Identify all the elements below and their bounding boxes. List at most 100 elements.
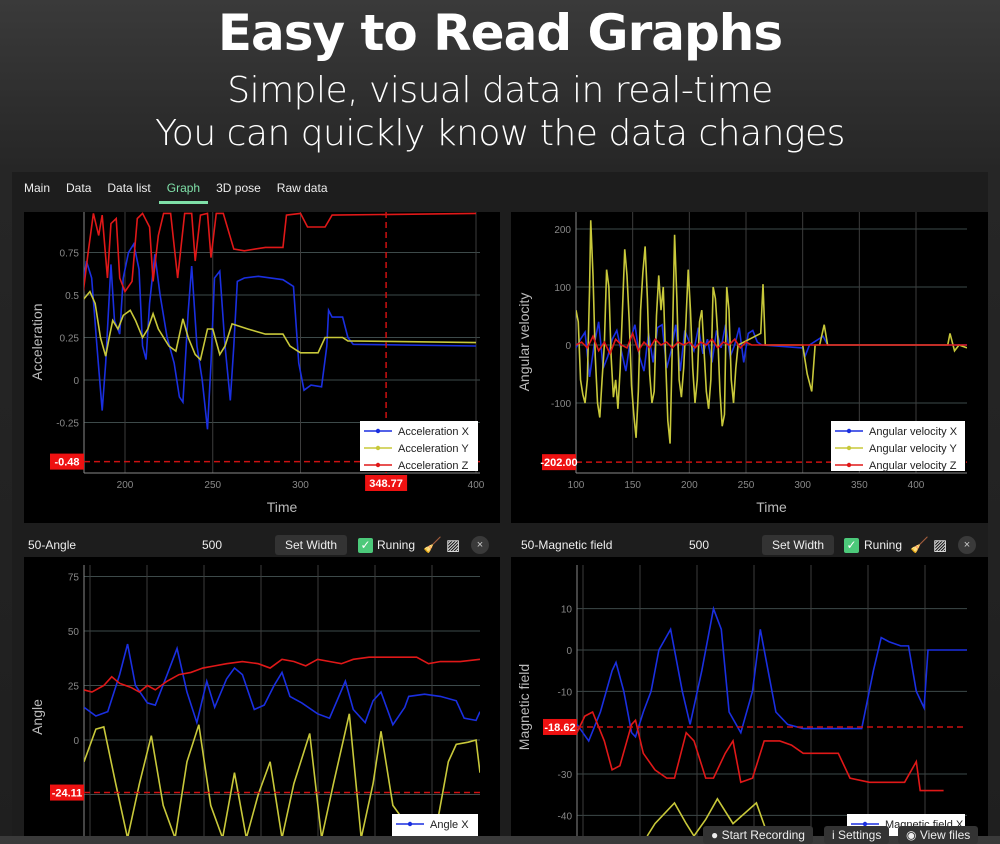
angular-velocity-chart[interactable]: -100 0 100 200 100 150 200 250 300 350 400 Angular …	[511, 212, 988, 523]
cursor-y-label: -0.48	[54, 457, 79, 469]
legend-marker	[846, 462, 852, 468]
y-tick-label: 0.25	[60, 334, 80, 345]
series-line	[84, 643, 480, 727]
y-tick-label: 0	[565, 341, 571, 352]
y-tick-label: 25	[68, 682, 80, 693]
record-icon: ●	[711, 828, 722, 842]
tab-data-list[interactable]: Data list	[99, 178, 158, 204]
magnetic-field-chart[interactable]: -40 -30 -10 0 10 Magnetic field -18.62 Magnetic…	[511, 557, 988, 844]
series-line	[576, 321, 967, 378]
y-tick-label: -40	[558, 811, 573, 822]
y-tick-label: -100	[551, 399, 571, 410]
x-tick-label: 300	[292, 480, 309, 491]
subtitle-2: You can quickly know the data changes	[155, 113, 845, 154]
y-axis-label: Acceleration	[29, 303, 45, 380]
width-value[interactable]: 500	[202, 538, 222, 552]
running-label: Runing	[864, 538, 903, 552]
tab-3d-pose[interactable]: 3D pose	[208, 178, 269, 204]
eraser-icon[interactable]: ▨	[933, 536, 947, 554]
x-tick-label: 300	[794, 480, 811, 491]
running-checkbox[interactable]: ✓	[358, 537, 373, 553]
y-tick-label: 200	[554, 225, 571, 236]
magnetic-toolbar: 50-Magnetic field 500 Set Width ✓ Runing…	[511, 534, 988, 556]
legend-marker	[846, 445, 852, 451]
legend-entry: Acceleration X	[398, 426, 470, 438]
legend-marker	[846, 428, 852, 434]
y-tick-label: 0	[73, 376, 79, 387]
settings-button[interactable]: i Settings	[824, 826, 890, 844]
x-tick-label: 400	[908, 480, 925, 491]
eraser-icon[interactable]: ▨	[446, 536, 460, 554]
set-width-button[interactable]: Set Width	[762, 535, 835, 555]
running-label: Runing	[377, 538, 416, 552]
series-line	[577, 710, 944, 792]
broom-icon[interactable]: 🧹	[910, 536, 929, 554]
cursor-y-label: -202.00	[540, 457, 577, 469]
y-axis-label: Magnetic field	[516, 664, 532, 750]
close-button[interactable]: ×	[958, 536, 976, 554]
subtitle-1: Simple, visual data in real-time	[227, 70, 773, 111]
x-tick-label: 350	[851, 480, 868, 491]
y-tick-label: -10	[558, 687, 573, 698]
view-files-button[interactable]: ◉ View files	[898, 826, 979, 844]
y-tick-label: 75	[68, 573, 80, 584]
set-width-button[interactable]: Set Width	[275, 535, 348, 555]
x-tick-label: 250	[738, 480, 755, 491]
tab-bar: Main Data Data list Graph 3D pose Raw da…	[16, 178, 336, 204]
tab-data[interactable]: Data	[58, 178, 99, 204]
y-tick-label: 0.5	[65, 291, 79, 302]
x-tick-label: 200	[681, 480, 698, 491]
legend-marker	[375, 445, 381, 451]
series-group	[84, 212, 477, 430]
running-checkbox[interactable]: ✓	[844, 537, 859, 553]
y-axis-label: Angular velocity	[516, 293, 532, 392]
graph-name: 50-Magnetic field	[521, 538, 613, 552]
legend-marker	[375, 462, 381, 468]
tab-raw-data[interactable]: Raw data	[269, 178, 336, 204]
series-line	[576, 331, 967, 356]
x-tick-label: 250	[204, 480, 221, 491]
broom-icon[interactable]: 🧹	[423, 536, 442, 554]
x-tick-label: 200	[117, 480, 134, 491]
cursor-y-label: -18.62	[544, 722, 575, 734]
series-group	[577, 605, 967, 836]
graph-name: 50-Angle	[28, 538, 77, 552]
page-title: Easy to Read Graphs	[217, 4, 783, 62]
width-value[interactable]: 500	[689, 538, 709, 552]
y-tick-label: 100	[554, 283, 571, 294]
x-tick-label: 150	[624, 480, 641, 491]
eye-icon: ◉	[906, 828, 920, 842]
y-tick-label: -30	[558, 770, 573, 781]
legend-marker	[375, 428, 381, 434]
cursor-x-label: 348.77	[369, 478, 403, 490]
legend-marker	[407, 821, 413, 827]
angle-chart[interactable]: -250255075Angle-24.11Angle X	[24, 557, 500, 844]
y-tick-label: 0	[73, 736, 79, 747]
cursor-y-label: -24.11	[52, 788, 83, 800]
tab-graph[interactable]: Graph	[158, 178, 209, 204]
x-tick-label: 100	[568, 480, 585, 491]
legend-entry: Angular velocity X	[869, 426, 958, 438]
angle-toolbar: 50-Angle 500 Set Width ✓ Runing 🧹 ▨ ×	[24, 534, 500, 556]
legend-entry: Angular velocity Z	[869, 460, 957, 472]
acceleration-chart[interactable]: -0.25 0 0.25 0.5 0.75 200 250 300 400 Acceleratio…	[24, 212, 500, 523]
x-tick-label: 400	[468, 480, 485, 491]
view-files-label: View files	[919, 828, 971, 842]
legend-entry: Angular velocity Y	[869, 443, 958, 455]
start-recording-label: Start Recording	[721, 828, 805, 842]
legend-entry: Acceleration Y	[398, 443, 469, 455]
x-axis-label: Time	[756, 499, 787, 515]
legend-entry: Acceleration Z	[398, 460, 469, 472]
start-recording-button[interactable]: ● Start Recording	[703, 826, 813, 844]
y-tick-label: 50	[68, 627, 80, 638]
series-line	[576, 220, 967, 444]
settings-label: Settings	[838, 828, 882, 842]
y-axis-label: Angle	[29, 699, 45, 735]
y-tick-label: 0	[566, 646, 572, 657]
tab-main[interactable]: Main	[16, 178, 58, 204]
close-button[interactable]: ×	[471, 536, 489, 554]
x-axis-label: Time	[267, 499, 298, 515]
legend-entry: Angle X	[430, 819, 469, 831]
series-group	[576, 220, 967, 444]
y-tick-label: -0.25	[56, 419, 79, 430]
